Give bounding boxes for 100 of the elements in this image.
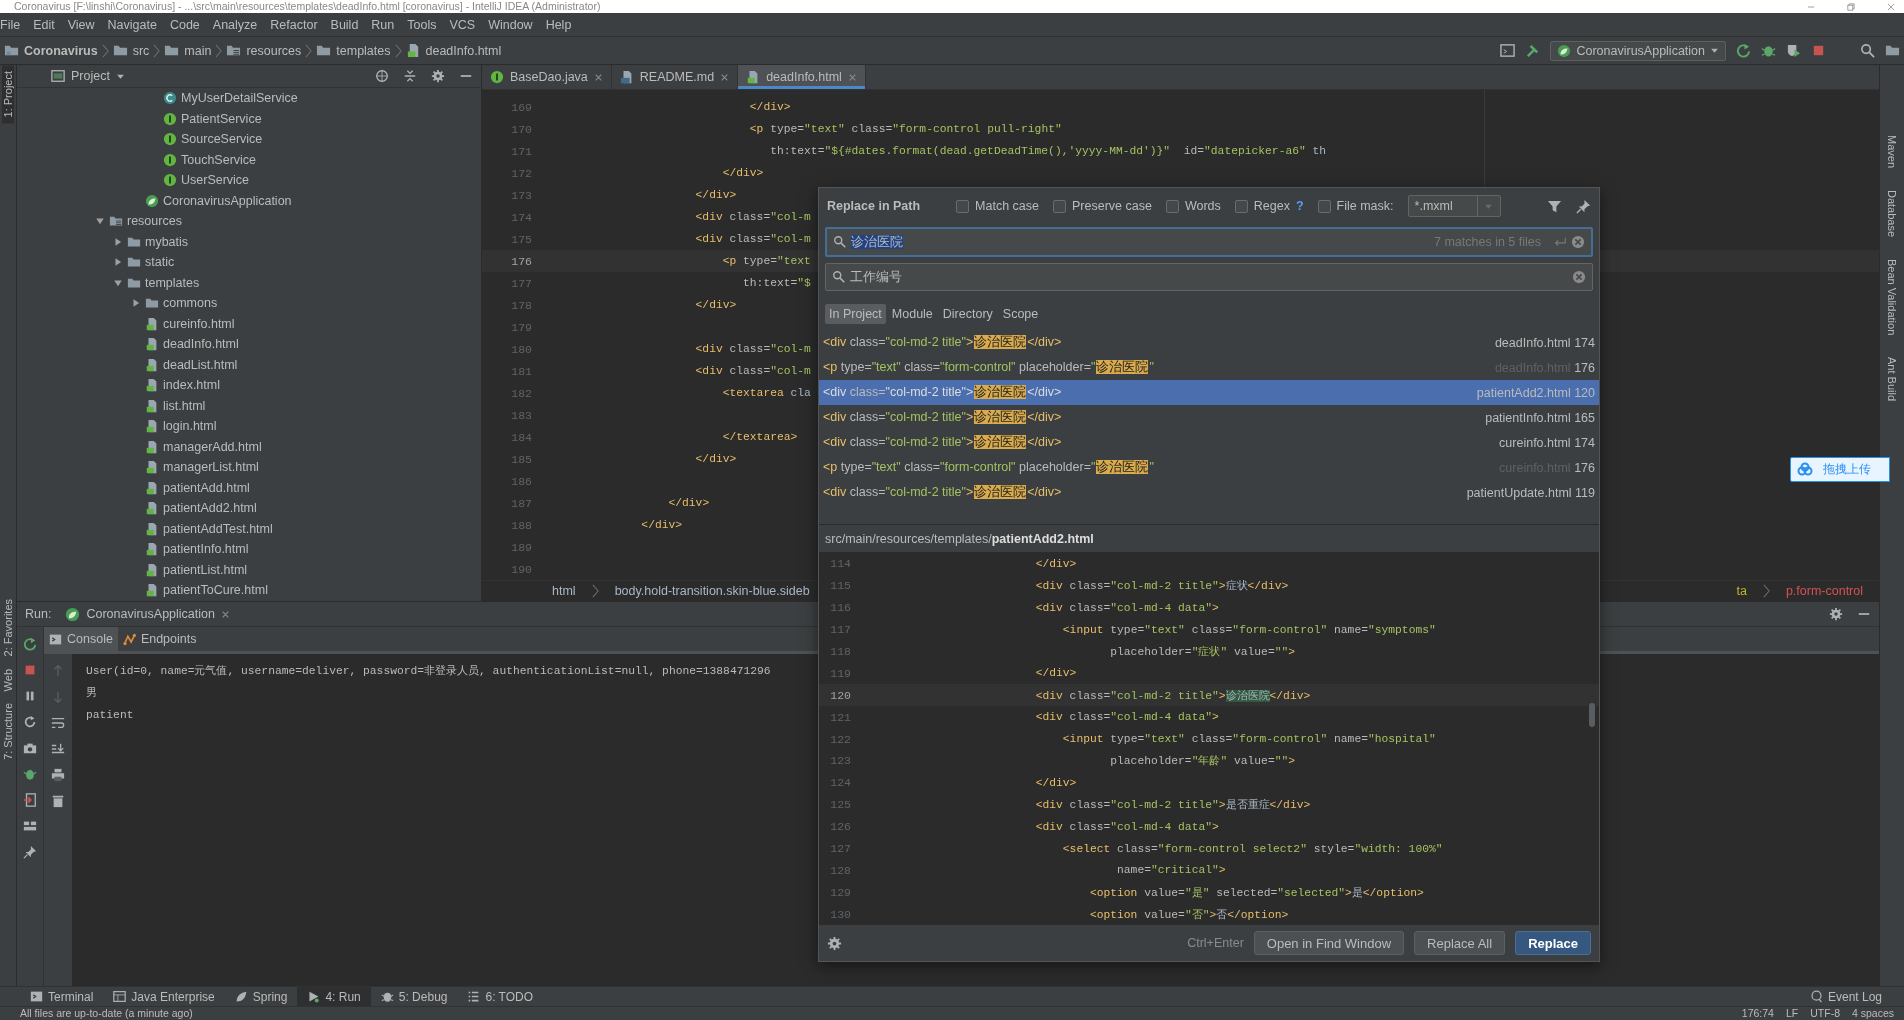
tree-item[interactable]: static bbox=[17, 252, 481, 273]
tree-item[interactable]: deadInfo.html bbox=[17, 334, 481, 355]
expand-arrow-icon[interactable] bbox=[113, 257, 123, 268]
clear-icon[interactable] bbox=[1572, 270, 1586, 284]
run-configuration-dropdown[interactable]: CoronavirusApplication bbox=[1550, 40, 1726, 61]
scroll-end-icon[interactable] bbox=[51, 742, 65, 756]
breadcrumb-item[interactable]: ta bbox=[1730, 583, 1753, 599]
tree-item[interactable]: managerList.html bbox=[17, 457, 481, 478]
tree-item[interactable]: managerAdd.html bbox=[17, 436, 481, 457]
tool-window-tab[interactable]: Spring bbox=[224, 987, 298, 1006]
restart-icon[interactable] bbox=[23, 715, 37, 729]
tree-item[interactable]: UserService bbox=[17, 170, 481, 191]
pin-icon[interactable] bbox=[23, 845, 37, 859]
scope-tab[interactable]: Scope bbox=[998, 304, 1043, 324]
scope-tab[interactable]: Module bbox=[887, 304, 937, 324]
checkbox-label[interactable]: Preserve case bbox=[1072, 199, 1152, 213]
settings-icon[interactable] bbox=[827, 935, 842, 951]
close-icon[interactable] bbox=[220, 609, 230, 619]
breadcrumb-item[interactable]: html bbox=[546, 583, 582, 599]
breadcrumb-item[interactable]: p.form-control bbox=[1779, 583, 1869, 599]
tool-window-button[interactable]: Bean Validation bbox=[1886, 255, 1898, 340]
checkbox-label[interactable]: Match case bbox=[975, 199, 1039, 213]
menu-item[interactable]: Code bbox=[169, 17, 200, 32]
tool-window-tab[interactable]: 4: Run bbox=[297, 987, 371, 1006]
project-view-dropdown[interactable]: Project bbox=[45, 68, 131, 84]
tool-window-tab[interactable]: Terminal bbox=[20, 987, 104, 1006]
exit-icon[interactable] bbox=[23, 793, 37, 807]
layout-icon[interactable] bbox=[23, 819, 37, 833]
restore-icon[interactable] bbox=[1846, 1, 1856, 12]
tool-window-tab[interactable]: 6: TODO bbox=[457, 987, 544, 1006]
dialog-button[interactable]: Replace All bbox=[1414, 931, 1506, 955]
tool-window-button[interactable]: Ant Build bbox=[1886, 353, 1898, 406]
tree-item[interactable]: mybatis bbox=[17, 231, 481, 252]
breadcrumb-item[interactable]: main bbox=[184, 43, 212, 58]
rerun-icon[interactable] bbox=[1736, 43, 1751, 58]
clear-icon[interactable] bbox=[1571, 235, 1585, 249]
replace-field[interactable]: 工作编号 bbox=[825, 263, 1593, 291]
tool-window-button[interactable]: Maven bbox=[1886, 131, 1898, 173]
stop-icon[interactable] bbox=[23, 663, 37, 677]
bug-icon[interactable] bbox=[1761, 43, 1776, 58]
status-item[interactable]: 176:74 bbox=[1741, 1007, 1774, 1020]
trash-icon[interactable] bbox=[51, 794, 65, 808]
collapse-icon[interactable] bbox=[403, 69, 417, 83]
close-icon[interactable] bbox=[847, 72, 857, 82]
tool-window-tab[interactable]: Java Enterprise bbox=[103, 987, 225, 1006]
tree-item[interactable]: deadList.html bbox=[17, 354, 481, 375]
tool-window-button[interactable]: 7: Structure bbox=[2, 697, 14, 767]
tool-window-button[interactable]: Web bbox=[2, 662, 14, 698]
help-link[interactable]: ? bbox=[1295, 199, 1304, 213]
checkbox[interactable] bbox=[1317, 199, 1331, 213]
menu-item[interactable]: Edit bbox=[33, 17, 55, 32]
settings-icon[interactable] bbox=[1829, 607, 1843, 621]
menu-item[interactable]: View bbox=[67, 17, 95, 32]
terminal-icon[interactable] bbox=[1500, 43, 1516, 58]
result-row[interactable]: <div class="col-md-2 title">诊治医院</div> patientInfo.html 165 bbox=[819, 405, 1599, 430]
menu-item[interactable]: File bbox=[0, 17, 21, 32]
menu-item[interactable]: VCS bbox=[449, 17, 476, 32]
tool-window-button[interactable]: Database bbox=[1886, 186, 1898, 242]
stop-icon[interactable] bbox=[1811, 43, 1826, 58]
checkbox[interactable] bbox=[1053, 199, 1066, 213]
camera-icon[interactable] bbox=[23, 741, 37, 755]
menu-item[interactable]: Build bbox=[330, 17, 359, 32]
breadcrumb-item[interactable]: templates bbox=[336, 43, 391, 58]
menu-item[interactable]: Navigate bbox=[107, 17, 157, 32]
tool-window-tab[interactable]: 5: Debug bbox=[370, 987, 458, 1006]
settings-icon[interactable] bbox=[431, 69, 445, 83]
file-mask-dropdown[interactable]: *.mxml bbox=[1407, 195, 1501, 217]
checkbox-label[interactable]: Regex bbox=[1253, 199, 1290, 213]
breadcrumb-item[interactable]: body.hold-transition.skin-blue.sideb bbox=[608, 583, 816, 599]
menu-item[interactable]: Run bbox=[371, 17, 395, 32]
checkbox-label[interactable]: File mask: bbox=[1336, 199, 1394, 213]
result-row[interactable]: <div class="col-md-2 title">诊治医院</div> patientAdd2.html 120 bbox=[819, 380, 1599, 405]
status-item[interactable]: LF bbox=[1785, 1007, 1799, 1020]
shield-icon[interactable] bbox=[1786, 43, 1801, 58]
tree-item[interactable]: index.html bbox=[17, 375, 481, 396]
editor-tab[interactable]: deadInfo.html bbox=[738, 65, 866, 89]
breadcrumb-item[interactable]: Coronavirus bbox=[24, 43, 98, 58]
tree-item[interactable]: patientInfo.html bbox=[17, 539, 481, 560]
tree-item[interactable]: cureinfo.html bbox=[17, 313, 481, 334]
checkbox-label[interactable]: Words bbox=[1184, 199, 1221, 213]
bug-icon[interactable] bbox=[23, 767, 37, 781]
close-icon[interactable] bbox=[720, 72, 730, 82]
filter-icon[interactable] bbox=[1547, 198, 1562, 214]
upload-button[interactable]: 拖拽上传 bbox=[1790, 457, 1890, 482]
close-icon[interactable] bbox=[593, 72, 603, 82]
result-row[interactable]: <div class="col-md-2 title">诊治医院</div> deadInfo.html 174 bbox=[819, 330, 1599, 355]
menu-item[interactable]: Tools bbox=[407, 17, 437, 32]
dialog-button[interactable]: Replace bbox=[1515, 931, 1591, 955]
print-icon[interactable] bbox=[51, 768, 65, 782]
locate-icon[interactable] bbox=[375, 69, 389, 83]
tree-item[interactable]: patientAdd.html bbox=[17, 477, 481, 498]
tree-item[interactable]: SourceService bbox=[17, 129, 481, 150]
tree-item[interactable]: patientAdd2.html bbox=[17, 498, 481, 519]
expand-arrow-icon[interactable] bbox=[113, 236, 123, 247]
status-item[interactable]: 4 spaces bbox=[1851, 1007, 1894, 1020]
scrollbar-thumb[interactable] bbox=[1589, 703, 1595, 727]
result-row[interactable]: <div class="col-md-2 title">诊治医院</div> cureinfo.html 174 bbox=[819, 430, 1599, 455]
tree-item[interactable]: resources bbox=[17, 211, 481, 232]
folder-icon[interactable] bbox=[1885, 43, 1900, 58]
menu-item[interactable]: Analyze bbox=[212, 17, 258, 32]
